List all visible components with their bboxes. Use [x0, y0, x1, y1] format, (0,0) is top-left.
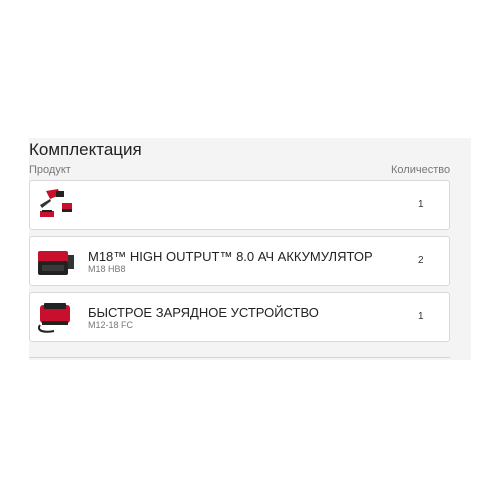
product-quantity: 1 [418, 311, 424, 322]
product-quantity: 1 [418, 199, 424, 210]
list-item[interactable]: 1 [29, 180, 450, 230]
column-header-quantity: Количество [391, 164, 451, 176]
product-quantity: 2 [418, 255, 424, 266]
divider [29, 357, 450, 358]
list-item[interactable]: M18™ HIGH OUTPUT™ 8.0 АЧ АККУМУЛЯТОР M18… [29, 236, 450, 286]
blower-kit-icon [40, 189, 72, 217]
charger-icon [38, 303, 70, 333]
product-sku: M12-18 FC [88, 320, 134, 330]
product-name: M18™ HIGH OUTPUT™ 8.0 АЧ АККУМУЛЯТОР [88, 249, 373, 264]
list-item[interactable]: БЫСТРОЕ ЗАРЯДНОЕ УСТРОЙСТВО M12-18 FC 1 [29, 292, 450, 342]
product-sku: M18 HB8 [88, 264, 126, 274]
column-header-product: Продукт [29, 164, 71, 176]
section-title: Комплектация [29, 140, 142, 159]
product-name: БЫСТРОЕ ЗАРЯДНОЕ УСТРОЙСТВО [88, 305, 319, 320]
battery-icon [38, 251, 74, 275]
